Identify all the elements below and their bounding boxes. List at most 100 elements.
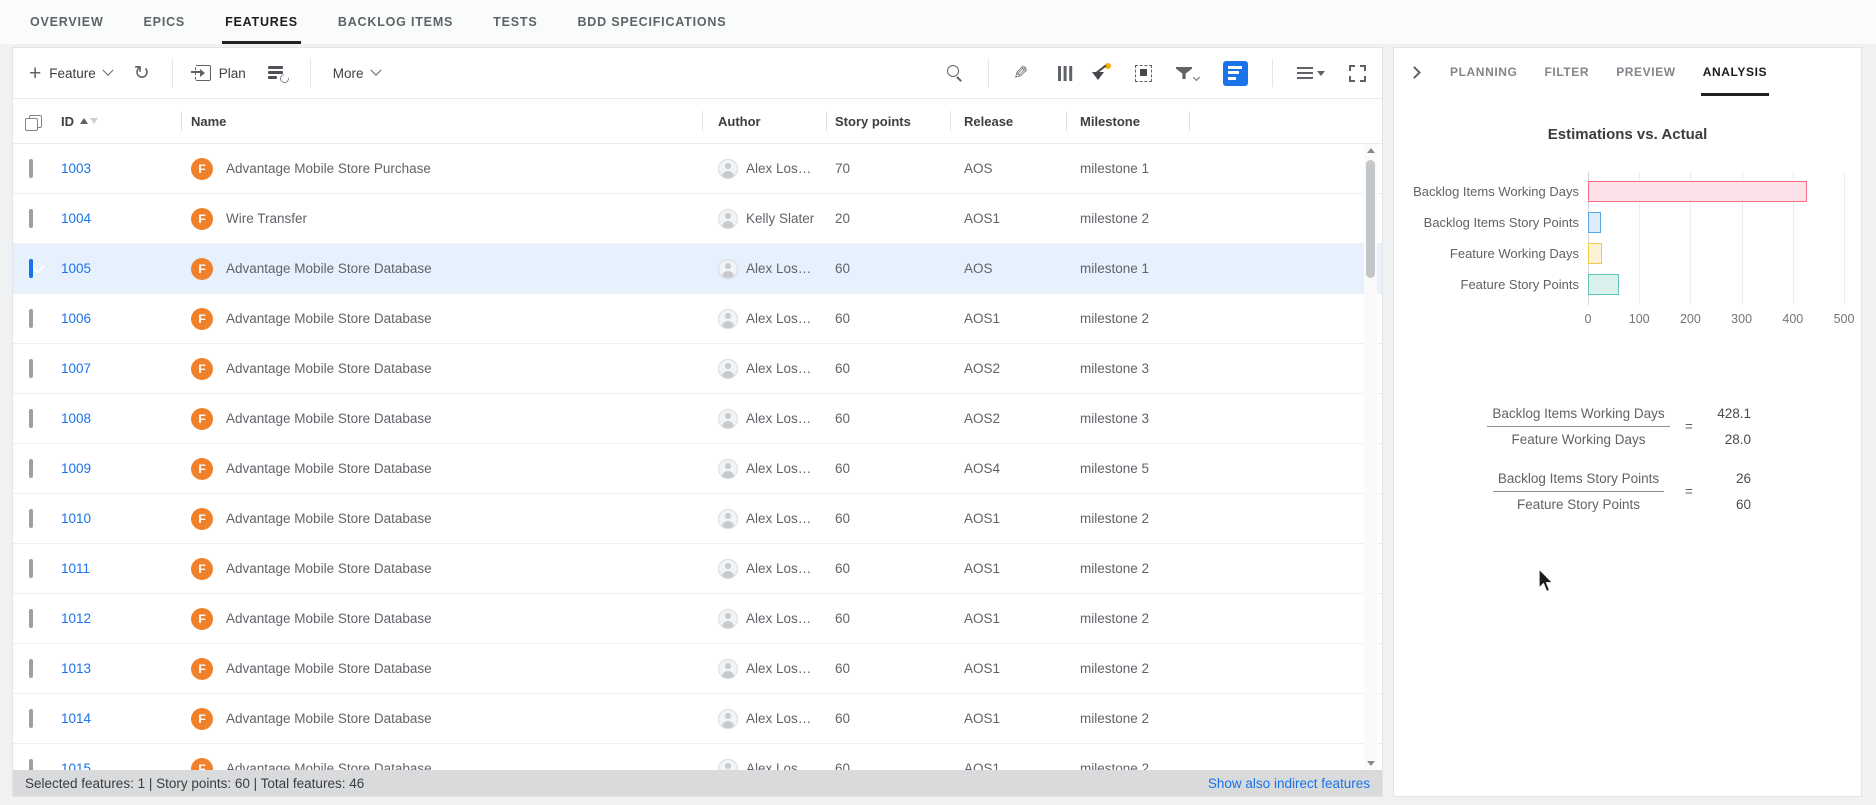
table-row[interactable]: 1004 F Wire Transfer Kelly Slater 20 AOS… — [13, 194, 1382, 244]
item-id-link[interactable]: 1003 — [57, 161, 91, 176]
link-items-icon[interactable] — [268, 65, 288, 82]
row-checkbox[interactable] — [29, 359, 33, 378]
scrollbar-thumb[interactable] — [1366, 160, 1375, 278]
item-id-link[interactable]: 1006 — [57, 311, 91, 326]
sort-priority-icon[interactable] — [1091, 64, 1111, 82]
column-header-milestone[interactable]: Milestone — [1066, 99, 1189, 143]
row-checkbox[interactable] — [29, 159, 33, 178]
item-id-link[interactable]: 1007 — [57, 361, 91, 376]
feature-type-icon: F — [191, 308, 213, 330]
row-checkbox[interactable] — [29, 459, 33, 478]
filter-icon[interactable] — [1176, 67, 1199, 80]
row-checkbox[interactable] — [29, 659, 33, 678]
item-id-link[interactable]: 1012 — [57, 611, 91, 626]
column-header-release[interactable]: Release — [950, 99, 1066, 143]
item-id-link[interactable]: 1010 — [57, 511, 91, 526]
row-checkbox[interactable] — [29, 309, 33, 328]
row-checkbox[interactable] — [29, 709, 33, 728]
column-header-story-points[interactable]: Story points — [826, 99, 950, 143]
table-row[interactable]: 1008 F Advantage Mobile Store Database A… — [13, 394, 1382, 444]
plan-label: Plan — [219, 66, 246, 81]
row-milestone-cell: milestone 3 — [1066, 361, 1189, 376]
item-id-link[interactable]: 1005 — [57, 261, 91, 276]
tab-epics[interactable]: EPICS — [144, 0, 186, 44]
column-header-name[interactable]: Name — [181, 99, 702, 143]
ratio-formulas: Backlog Items Working Days Feature Worki… — [1476, 406, 1751, 536]
row-checkbox[interactable] — [29, 209, 33, 228]
row-id-cell: 1004 — [57, 211, 181, 226]
tab-features[interactable]: FEATURES — [225, 0, 298, 44]
search-icon[interactable] — [946, 64, 964, 82]
table-row[interactable]: 1015 F Advantage Mobile Store Database A… — [13, 744, 1382, 772]
tab-backlog-items[interactable]: BACKLOG ITEMS — [338, 0, 453, 44]
table-row[interactable]: 1005 F Advantage Mobile Store Database A… — [13, 244, 1382, 294]
column-header-author[interactable]: Author — [702, 99, 826, 143]
row-story-points-cell: 70 — [826, 161, 950, 176]
table-row[interactable]: 1013 F Advantage Mobile Store Database A… — [13, 644, 1382, 694]
item-id-link[interactable]: 1013 — [57, 661, 91, 676]
board-view-icon-active[interactable] — [1223, 61, 1248, 86]
row-checkbox-cell — [13, 411, 57, 426]
tab-bdd-specifications[interactable]: BDD SPECIFICATIONS — [577, 0, 726, 44]
row-id-cell: 1003 — [57, 161, 181, 176]
fullscreen-icon[interactable] — [1349, 65, 1366, 82]
row-checkbox[interactable] — [29, 259, 33, 278]
tab-label: BACKLOG ITEMS — [338, 15, 453, 29]
plan-button[interactable]: Plan — [195, 65, 246, 81]
add-feature-button[interactable]: + Feature — [29, 63, 112, 84]
x-axis-tick-label: 500 — [1834, 312, 1855, 326]
row-release-cell: AOS — [950, 261, 1066, 276]
row-milestone-cell: milestone 2 — [1066, 611, 1189, 626]
row-checkbox[interactable] — [29, 559, 33, 578]
table-row[interactable]: 1012 F Advantage Mobile Store Database A… — [13, 594, 1382, 644]
row-checkbox[interactable] — [29, 609, 33, 628]
panel-tab-preview[interactable]: PREVIEW — [1616, 48, 1676, 96]
row-id-cell: 1006 — [57, 311, 181, 326]
item-id-link[interactable]: 1008 — [57, 411, 91, 426]
ratio-denominator-label: Feature Story Points — [1476, 492, 1681, 512]
collapse-panel-button[interactable] — [1410, 48, 1419, 96]
table-row[interactable]: 1007 F Advantage Mobile Store Database A… — [13, 344, 1382, 394]
columns-icon[interactable] — [1058, 66, 1061, 81]
analysis-side-panel: PLANNINGFILTERPREVIEWANALYSIS Estimation… — [1393, 47, 1862, 797]
row-density-icon[interactable] — [1297, 67, 1325, 79]
column-header-id[interactable]: ID — [57, 99, 181, 143]
scroll-up-arrow-icon[interactable] — [1367, 148, 1375, 153]
row-story-points-cell: 60 — [826, 261, 950, 276]
show-indirect-features-link[interactable]: Show also indirect features — [1208, 776, 1370, 791]
chart-category-label: Feature Working Days — [1406, 246, 1588, 261]
more-button[interactable]: More — [333, 66, 380, 81]
select-area-icon[interactable] — [1135, 65, 1152, 82]
row-checkbox[interactable] — [29, 409, 33, 428]
item-id-link[interactable]: 1009 — [57, 461, 91, 476]
feature-name: Advantage Mobile Store Database — [226, 311, 432, 326]
select-all-cell[interactable] — [13, 99, 57, 143]
table-row[interactable]: 1009 F Advantage Mobile Store Database A… — [13, 444, 1382, 494]
feature-name: Advantage Mobile Store Database — [226, 411, 432, 426]
table-row[interactable]: 1010 F Advantage Mobile Store Database A… — [13, 494, 1382, 544]
table-row[interactable]: 1003 F Advantage Mobile Store Purchase A… — [13, 144, 1382, 194]
row-checkbox[interactable] — [29, 509, 33, 528]
table-row[interactable]: 1006 F Advantage Mobile Store Database A… — [13, 294, 1382, 344]
column-header-release-label: Release — [964, 114, 1013, 129]
author-avatar — [718, 609, 738, 629]
item-id-link[interactable]: 1004 — [57, 211, 91, 226]
panel-tab-filter[interactable]: FILTER — [1544, 48, 1589, 96]
tab-overview[interactable]: OVERVIEW — [30, 0, 104, 44]
panel-tab-analysis[interactable]: ANALYSIS — [1703, 48, 1767, 96]
panel-tab-planning[interactable]: PLANNING — [1450, 48, 1517, 96]
row-milestone-cell: milestone 1 — [1066, 261, 1189, 276]
select-all-icon[interactable] — [29, 115, 42, 128]
table-row[interactable]: 1014 F Advantage Mobile Store Database A… — [13, 694, 1382, 744]
item-id-link[interactable]: 1014 — [57, 711, 91, 726]
edit-pencil-icon[interactable]: ✎ — [1013, 63, 1028, 84]
row-release-cell: AOS1 — [950, 511, 1066, 526]
scroll-down-arrow-icon[interactable] — [1367, 761, 1375, 766]
table-scrollbar[interactable] — [1364, 144, 1377, 770]
tab-tests[interactable]: TESTS — [493, 0, 537, 44]
author-avatar — [718, 259, 738, 279]
refresh-icon[interactable]: ↻ — [134, 62, 150, 84]
table-row[interactable]: 1011 F Advantage Mobile Store Database A… — [13, 544, 1382, 594]
item-id-link[interactable]: 1011 — [57, 561, 90, 576]
mouse-cursor — [1538, 568, 1556, 594]
